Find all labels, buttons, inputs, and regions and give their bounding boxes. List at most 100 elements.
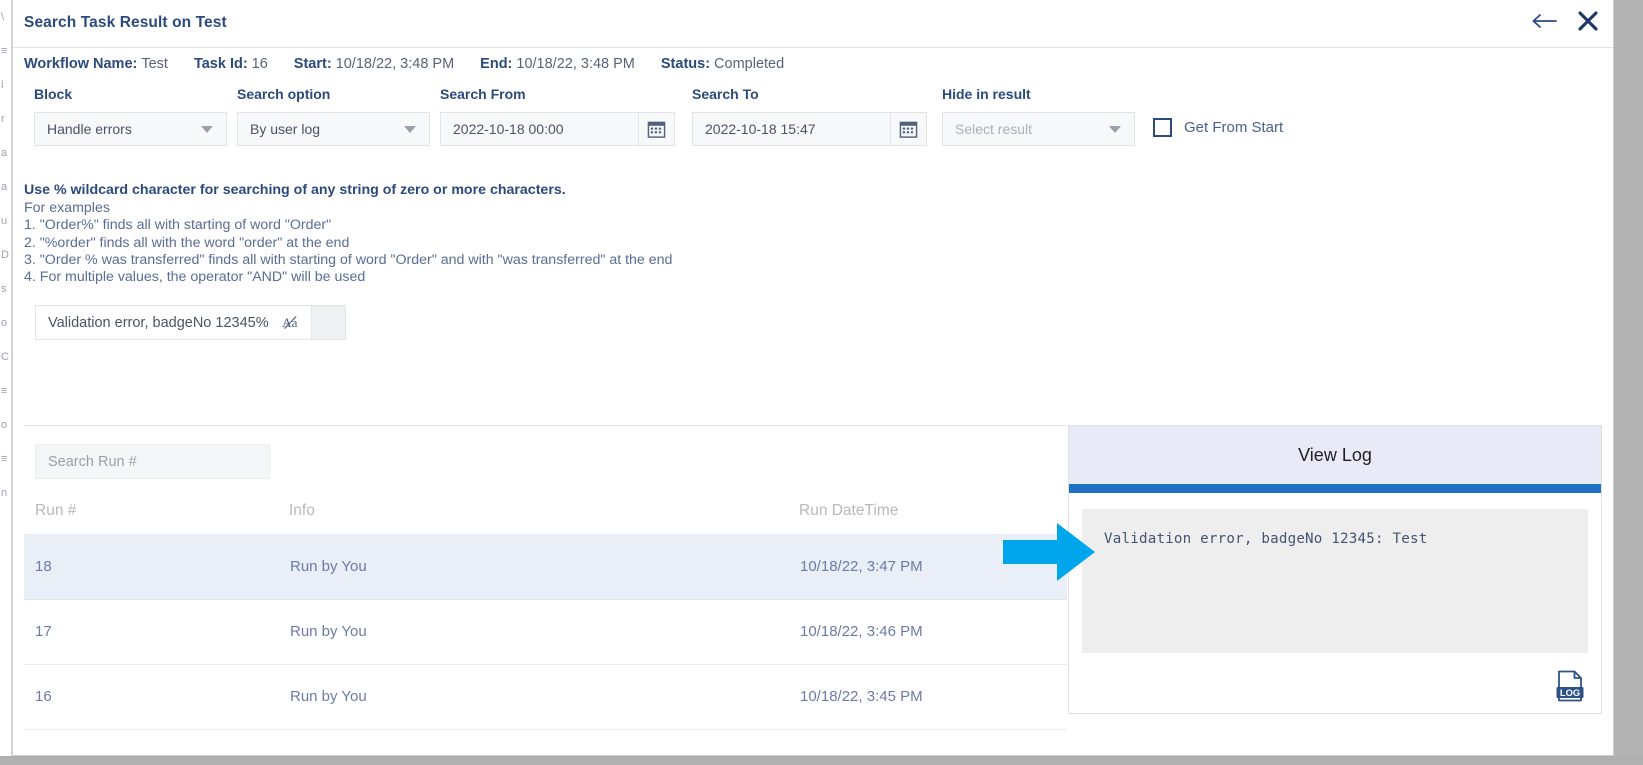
- back-arrow-icon[interactable]: [1531, 13, 1557, 29]
- hide-in-result-placeholder: Select result: [955, 121, 1033, 137]
- calendar-icon[interactable]: [890, 113, 926, 145]
- meta-end: End: 10/18/22, 3:48 PM: [480, 56, 635, 72]
- results-section: Search Run # Run # Info Run DateTime 18 …: [24, 425, 1067, 730]
- table-row[interactable]: 18 Run by You 10/18/22, 3:47 PM: [24, 534, 1067, 600]
- view-log-title: View Log: [1069, 426, 1601, 484]
- search-input[interactable]: [311, 306, 345, 339]
- field-search-from: Search From 2022-10-18 00:00: [440, 86, 675, 146]
- field-label-search-option: Search option: [237, 86, 331, 102]
- background-glyph: a: [1, 181, 8, 193]
- page-title: Search Task Result on Test: [24, 14, 227, 31]
- table-header-row: Run # Info Run DateTime: [24, 502, 1067, 534]
- background-glyph: \: [1, 11, 5, 23]
- close-icon[interactable]: [1577, 10, 1599, 32]
- meta-key: Workflow Name:: [24, 56, 138, 72]
- search-to-value: 2022-10-18 15:47: [705, 121, 816, 137]
- search-from-value: 2022-10-18 00:00: [453, 121, 564, 137]
- search-term-chip[interactable]: Validation error, badgeNo 12345% Aa: [36, 306, 312, 339]
- field-label-search-to: Search To: [692, 86, 759, 102]
- meta-key: Start:: [293, 56, 332, 72]
- log-content: Validation error, badgeNo 12345: Test: [1082, 509, 1588, 653]
- field-get-from-start: Get From Start: [1153, 118, 1283, 137]
- block-select[interactable]: Handle errors: [34, 112, 227, 146]
- panel-accent-bar: [1069, 484, 1601, 493]
- cell-info: Run by You: [289, 599, 799, 665]
- background-glyph: n: [1, 487, 8, 499]
- background-right-edge: [1614, 0, 1643, 765]
- titlebar-actions: [1531, 10, 1599, 32]
- field-label-block: Block: [34, 86, 73, 102]
- svg-text:LOG: LOG: [1560, 687, 1580, 698]
- checkbox-box[interactable]: [1153, 118, 1172, 137]
- meta-task-id: Task Id: 16: [194, 56, 268, 72]
- field-label-hide-in-result: Hide in result: [942, 86, 1031, 102]
- help-heading: Use % wildcard character for searching o…: [24, 182, 566, 198]
- meta-value: 16: [251, 56, 268, 72]
- cell-datetime: 10/18/22, 3:47 PM: [799, 534, 1067, 600]
- column-header-datetime[interactable]: Run DateTime: [799, 502, 1067, 534]
- column-header-info[interactable]: Info: [289, 502, 799, 534]
- meta-workflow-name: Workflow Name: Test: [24, 56, 168, 72]
- get-from-start-label: Get From Start: [1184, 119, 1284, 136]
- hide-in-result-select[interactable]: Select result: [942, 112, 1135, 146]
- help-line: 1. "Order%" finds all with starting of w…: [24, 217, 332, 234]
- meta-value: 10/18/22, 3:48 PM: [516, 56, 635, 72]
- help-line: 2. "%order" finds all with the word "ord…: [24, 234, 350, 251]
- task-meta-row: Workflow Name: Test Task Id: 16 Start: 10/1…: [24, 56, 810, 72]
- meta-key: Status:: [660, 56, 711, 72]
- table-row[interactable]: 17 Run by You 10/18/22, 3:46 PM: [24, 599, 1067, 665]
- cell-datetime: 10/18/22, 3:45 PM: [799, 664, 1067, 730]
- field-search-option: Search option By user log: [237, 86, 430, 146]
- field-search-to: Search To 2022-10-18 15:47: [692, 86, 927, 146]
- field-hide-in-result: Hide in result Select result: [942, 86, 1135, 146]
- cell-run: 18: [24, 534, 289, 600]
- search-option-value: By user log: [250, 121, 321, 137]
- meta-key: End:: [480, 56, 513, 72]
- search-task-result-dialog: Search Task Result on Test Workflow Name…: [12, 0, 1614, 756]
- chevron-down-icon: [1109, 125, 1121, 133]
- background-glyph: ≡: [1, 45, 8, 57]
- search-to-input[interactable]: 2022-10-18 15:47: [692, 112, 927, 146]
- search-term-text: Validation error, badgeNo 12345%: [48, 314, 269, 331]
- chevron-down-icon: [404, 125, 416, 133]
- background-bottom-edge: [0, 756, 1643, 765]
- cell-info: Run by You: [289, 534, 799, 600]
- background-glyph: a: [1, 147, 8, 159]
- dialog-titlebar: Search Task Result on Test: [13, 0, 1613, 48]
- background-glyph: o: [1, 419, 8, 431]
- view-log-panel: View Log Validation error, badgeNo 12345…: [1068, 425, 1602, 714]
- log-file-icon[interactable]: LOG: [1552, 668, 1588, 704]
- results-table: Run # Info Run DateTime 18 Run by You 10…: [24, 502, 1067, 730]
- field-block: Block Handle errors: [34, 86, 227, 146]
- cell-run: 16: [24, 664, 289, 730]
- background-glyph: o: [1, 317, 8, 329]
- meta-value: Test: [141, 56, 168, 72]
- background-glyph: ≡: [1, 385, 8, 397]
- background-glyph: r: [1, 113, 5, 125]
- calendar-icon[interactable]: [638, 113, 674, 145]
- block-select-value: Handle errors: [47, 121, 132, 137]
- background-glyph: i: [1, 79, 4, 91]
- background-glyph: ≡: [1, 453, 8, 465]
- meta-start: Start: 10/18/22, 3:48 PM: [294, 56, 454, 72]
- match-case-icon[interactable]: Aa: [282, 315, 301, 330]
- filter-bar: Block Handle errors Search option By use…: [24, 86, 1324, 158]
- cell-run: 17: [24, 599, 289, 665]
- status-badge: Completed: [714, 56, 785, 72]
- table-row[interactable]: 16 Run by You 10/18/22, 3:45 PM: [24, 664, 1067, 730]
- cell-info: Run by You: [289, 664, 799, 730]
- search-terms-field[interactable]: Validation error, badgeNo 12345% Aa: [35, 305, 346, 340]
- column-header-run[interactable]: Run #: [24, 502, 289, 534]
- background-glyph: u: [1, 215, 8, 227]
- search-option-select[interactable]: By user log: [237, 112, 430, 146]
- background-left-glyph-column: \ ≡ i r a a u Ds o C ≡ o ≡ n: [0, 0, 11, 765]
- background-glyph: D: [1, 249, 9, 261]
- get-from-start-checkbox[interactable]: Get From Start: [1153, 118, 1283, 137]
- meta-key: Task Id:: [193, 56, 248, 72]
- background-glyph: C: [1, 351, 9, 363]
- run-search-input[interactable]: Search Run #: [35, 444, 270, 479]
- search-from-input[interactable]: 2022-10-18 00:00: [440, 112, 675, 146]
- section-divider: [24, 425, 1067, 426]
- help-line: For examples: [24, 200, 110, 217]
- background-glyph: s: [1, 283, 7, 295]
